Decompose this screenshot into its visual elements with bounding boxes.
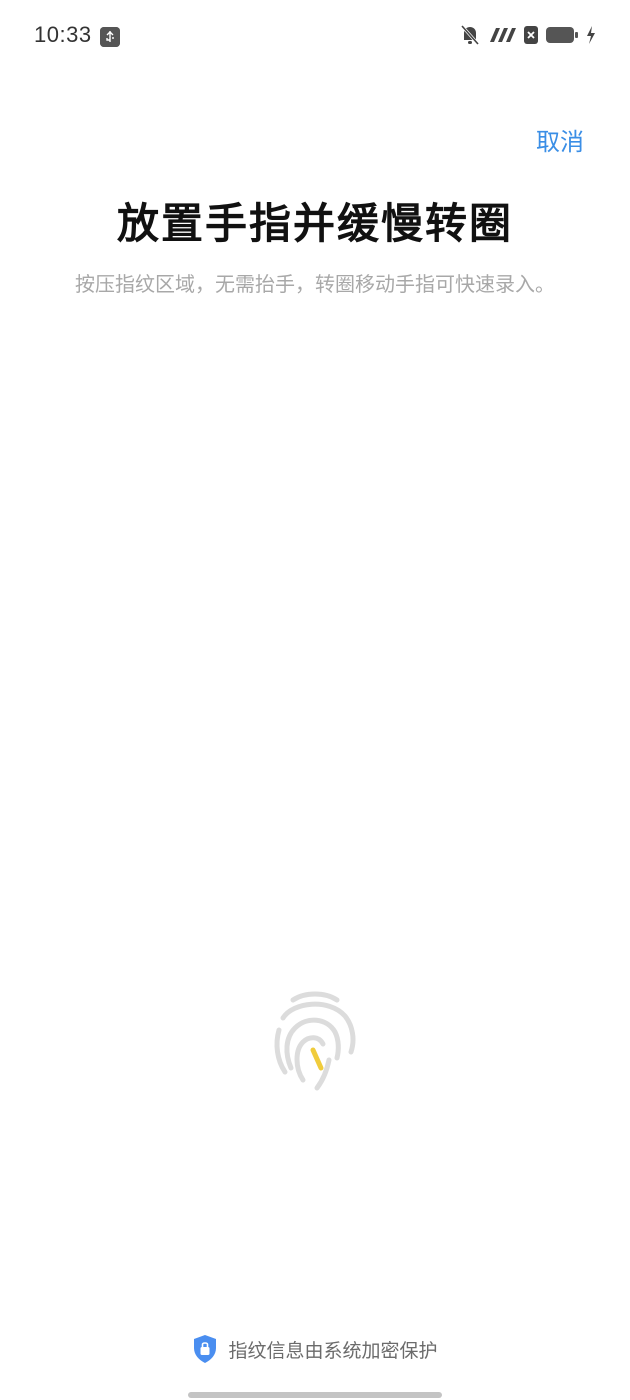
page-title: 放置手指并缓慢转圈 <box>116 199 513 248</box>
status-bar: 10:33 <box>0 0 630 74</box>
signal-icon <box>488 26 516 48</box>
charging-icon <box>586 26 596 48</box>
fingerprint-sensor-icon[interactable] <box>265 988 365 1098</box>
security-note-text: 指纹信息由系统加密保护 <box>228 1339 438 1362</box>
security-note: 指纹信息由系统加密保护 <box>0 1334 630 1364</box>
usb-debug-icon <box>100 27 120 47</box>
cancel-button[interactable]: 取消 <box>532 118 588 161</box>
shield-lock-icon <box>192 1334 218 1364</box>
status-time: 10:33 <box>34 22 92 47</box>
battery-icon <box>546 26 578 48</box>
fingerprint-enroll-screen: 10:33 取消 放置手指并缓慢转圈 按压指纹区域，无需抬手，转圈移动手指可快速… <box>0 0 630 1400</box>
status-icons <box>460 25 596 49</box>
home-indicator[interactable] <box>188 1392 442 1398</box>
page-subtitle: 按压指纹区域，无需抬手，转圈移动手指可快速录入。 <box>75 272 555 296</box>
no-sim-icon <box>524 26 538 48</box>
bell-muted-icon <box>460 24 480 50</box>
